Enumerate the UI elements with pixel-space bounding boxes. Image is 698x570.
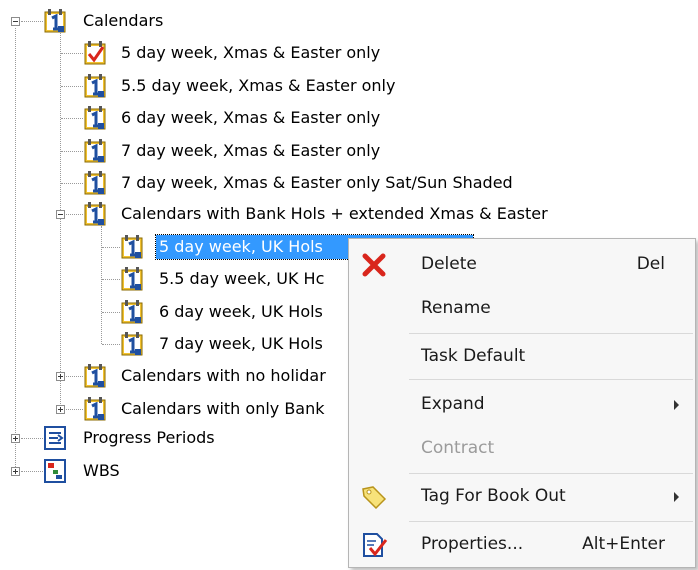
calendar-icon [84,74,106,98]
menu-item-label: Task Default [421,346,526,366]
tree-item-label: WBS [83,461,120,480]
tree-item-label: 7 day week, Xmas & Easter only Sat/Sun S… [121,173,513,192]
tree-line [61,183,83,184]
menu-item-rename[interactable]: Rename [349,289,695,329]
menu-item-delete[interactable]: Delete Del [349,245,695,285]
tree-line [21,21,43,22]
menu-item-shortcut: Del [636,254,665,274]
tree-item[interactable]: 5.5 day week, UK Hc [156,264,327,294]
tree-line [21,471,43,472]
tree-item-group-no-holidays[interactable]: Calendars with no holidar [118,361,329,391]
menu-item-label: Contract [421,438,495,458]
tree-item[interactable]: 5.5 day week, Xmas & Easter only [118,71,398,101]
tree-line [61,151,83,152]
expand-toggle[interactable] [56,405,65,414]
menu-separator [409,521,693,522]
tree-item-label: 5 day week, Xmas & Easter only [121,43,381,62]
tree-line [61,118,83,119]
calendar-check-icon [84,41,106,65]
calendar-icon [84,171,106,195]
tree-line [102,312,120,313]
properties-icon [363,533,388,557]
menu-item-label: Delete [421,254,477,274]
menu-item-label: Tag For Book Out [421,486,566,506]
tree-item-calendars[interactable]: Calendars [80,6,166,36]
menu-item-properties[interactable]: Properties... Alt+Enter [349,525,695,565]
calendar-icon [84,202,106,226]
calendar-icon [121,332,143,356]
tree-item-label: 7 day week, UK Hols [159,334,323,353]
context-menu: Delete Del Rename Task Default Expand Co… [348,238,696,568]
calendar-icon [121,300,143,324]
wbs-icon [44,459,66,483]
menu-item-task-default[interactable]: Task Default [349,337,695,377]
tree-item[interactable]: 6 day week, UK Hols [156,297,326,327]
tree-line [66,409,83,410]
progress-periods-icon [44,426,66,450]
tree-item[interactable]: 7 day week, Xmas & Easter only [118,136,383,166]
menu-item-contract[interactable]: Contract [349,429,695,469]
menu-item-label: Rename [421,298,491,318]
tree-line [101,226,102,344]
calendar-icon [84,139,106,163]
tree-item[interactable]: 6 day week, Xmas & Easter only [118,103,383,133]
submenu-arrow-icon [674,400,679,410]
tree-item-label: Progress Periods [83,428,215,447]
expand-toggle[interactable] [56,372,65,381]
tree-item-label: Calendars with no holidar [121,366,326,385]
tree-item-label: Calendars with Bank Hols + extended Xmas… [121,204,548,223]
calendar-icon [84,364,106,388]
tree-item-group-only-bank[interactable]: Calendars with only Bank [118,394,328,424]
tree-line [102,247,120,248]
menu-item-expand[interactable]: Expand [349,385,695,425]
tree-item-label: 6 day week, UK Hols [159,302,323,321]
tree-item-wbs[interactable]: WBS [80,456,123,486]
tree-line [66,376,83,377]
tree-item[interactable]: 7 day week, UK Hols [156,329,326,359]
menu-item-label: Expand [421,394,485,414]
menu-separator [409,333,693,334]
tree-item-label: Calendars with only Bank [121,399,325,418]
tree-item[interactable]: 7 day week, Xmas & Easter only Sat/Sun S… [118,168,516,198]
tree-item-progress-periods[interactable]: Progress Periods [80,423,218,453]
menu-item-label: Properties... [421,534,524,554]
calendar-icon [121,267,143,291]
tree-line [21,438,43,439]
tree-line [66,214,83,215]
tree-item-label: 7 day week, Xmas & Easter only [121,141,381,160]
red-x-icon [362,253,386,277]
tree-item[interactable]: 5 day week, Xmas & Easter only [118,38,383,68]
menu-item-shortcut: Alt+Enter [582,534,665,554]
calendar-icon [121,235,143,259]
tree-line [102,344,120,345]
tree-line [60,30,61,410]
expand-toggle[interactable] [11,434,20,443]
collapse-toggle[interactable] [11,17,20,26]
expand-toggle[interactable] [11,467,20,476]
tree-item-label: 6 day week, Xmas & Easter only [121,108,381,127]
menu-separator [409,473,693,474]
tree-line [15,28,16,475]
calendar-icon [84,106,106,130]
tag-icon [362,486,387,510]
collapse-toggle[interactable] [56,210,65,219]
tree-line [102,279,120,280]
tree-item-group-bank-hols[interactable]: Calendars with Bank Hols + extended Xmas… [118,199,551,229]
tree-item-label: Calendars [83,11,164,30]
tree-item-label: 5.5 day week, Xmas & Easter only [121,76,396,95]
tree-item-label: 5.5 day week, UK Hc [159,269,325,288]
menu-item-tag-for-book-out[interactable]: Tag For Book Out [349,477,695,517]
tree-line [61,53,83,54]
calendar-icon [44,9,66,33]
calendar-icon [84,397,106,421]
submenu-arrow-icon [674,492,679,502]
tree-line [61,86,83,87]
menu-separator [409,379,693,380]
